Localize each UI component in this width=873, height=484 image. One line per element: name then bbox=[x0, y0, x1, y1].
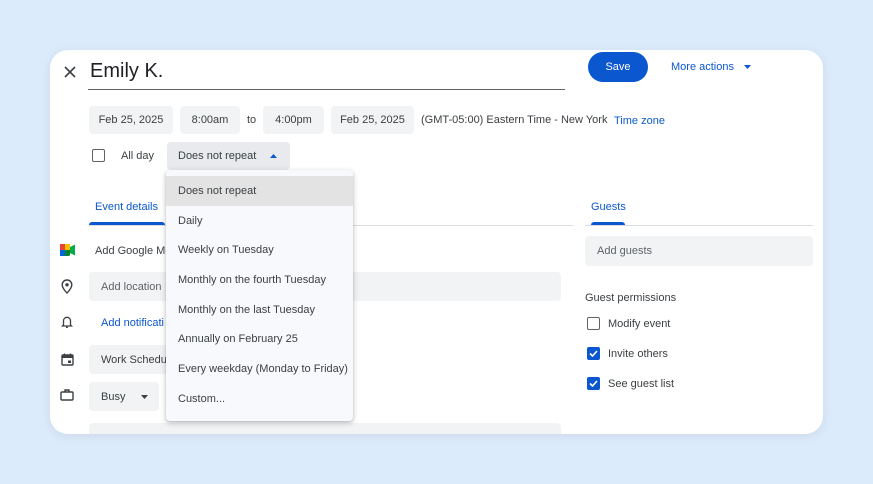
repeat-option-monthly-fourth[interactable]: Monthly on the fourth Tuesday bbox=[166, 265, 353, 295]
tab-guests[interactable]: Guests bbox=[591, 201, 626, 213]
status-value: Busy bbox=[101, 390, 126, 403]
all-day-checkbox[interactable] bbox=[92, 149, 105, 162]
close-button[interactable] bbox=[58, 60, 82, 84]
briefcase-icon bbox=[59, 387, 75, 403]
checkmark-icon bbox=[589, 380, 598, 387]
event-edit-card: Emily K. Save More actions Feb 25, 2025 … bbox=[50, 50, 823, 434]
repeat-dropdown[interactable]: Does not repeat bbox=[167, 142, 290, 170]
add-notification-link[interactable]: Add notificati bbox=[101, 317, 164, 329]
timezone-text: (GMT-05:00) Eastern Time - New York bbox=[421, 114, 608, 126]
location-pin-icon bbox=[59, 278, 75, 294]
guest-permissions-title: Guest permissions bbox=[585, 292, 677, 304]
guests-divider bbox=[585, 225, 813, 226]
add-guests-input[interactable]: Add guests bbox=[585, 236, 813, 266]
event-title-field[interactable]: Emily K. bbox=[88, 56, 565, 90]
more-actions-button[interactable]: More actions bbox=[671, 59, 751, 75]
start-time-chip[interactable]: 8:00am bbox=[180, 106, 240, 134]
caret-down-icon bbox=[141, 394, 149, 399]
repeat-option-weekly[interactable]: Weekly on Tuesday bbox=[166, 235, 353, 265]
to-label: to bbox=[247, 114, 257, 126]
google-meet-icon bbox=[59, 242, 75, 258]
end-date-chip[interactable]: Feb 25, 2025 bbox=[331, 106, 414, 134]
repeat-options-menu: Does not repeat Daily Weekly on Tuesday … bbox=[166, 170, 353, 421]
calendar-value: Work Schedul bbox=[101, 353, 170, 366]
repeat-option-weekdays[interactable]: Every weekday (Monday to Friday) bbox=[166, 354, 353, 384]
caret-down-icon bbox=[743, 65, 751, 69]
invite-others-label: Invite others bbox=[608, 348, 668, 360]
status-select[interactable]: Busy bbox=[89, 382, 159, 411]
see-guest-list-label: See guest list bbox=[608, 378, 675, 390]
modify-event-label: Modify event bbox=[608, 318, 671, 330]
end-time-chip[interactable]: 4:00pm bbox=[263, 106, 324, 134]
tab-event-details[interactable]: Event details bbox=[95, 201, 158, 213]
repeat-option-monthly-last[interactable]: Monthly on the last Tuesday bbox=[166, 295, 353, 325]
save-button[interactable]: Save bbox=[588, 52, 648, 82]
repeat-option-custom[interactable]: Custom... bbox=[166, 384, 353, 414]
repeat-option-daily[interactable]: Daily bbox=[166, 206, 353, 236]
google-meet-label[interactable]: Add Google Me bbox=[95, 244, 171, 258]
caret-up-icon bbox=[270, 154, 278, 158]
close-icon bbox=[64, 66, 76, 78]
calendar-icon bbox=[59, 351, 75, 367]
all-day-label: All day bbox=[121, 150, 155, 162]
bell-icon bbox=[59, 314, 75, 330]
add-guests-placeholder: Add guests bbox=[597, 245, 653, 257]
repeat-option-annually[interactable]: Annually on February 25 bbox=[166, 324, 353, 354]
location-placeholder: Add location bbox=[101, 280, 162, 293]
see-guest-list-checkbox[interactable] bbox=[587, 377, 600, 390]
checkmark-icon bbox=[589, 350, 598, 357]
invite-others-checkbox[interactable] bbox=[587, 347, 600, 360]
start-date-chip[interactable]: Feb 25, 2025 bbox=[89, 106, 173, 134]
event-title: Emily K. bbox=[90, 60, 164, 82]
modify-event-checkbox[interactable] bbox=[587, 317, 600, 330]
repeat-option-does-not-repeat[interactable]: Does not repeat bbox=[166, 176, 353, 206]
description-field[interactable] bbox=[89, 423, 561, 434]
timezone-link[interactable]: Time zone bbox=[614, 115, 665, 127]
more-actions-label: More actions bbox=[671, 61, 734, 73]
repeat-selected: Does not repeat bbox=[178, 150, 257, 162]
